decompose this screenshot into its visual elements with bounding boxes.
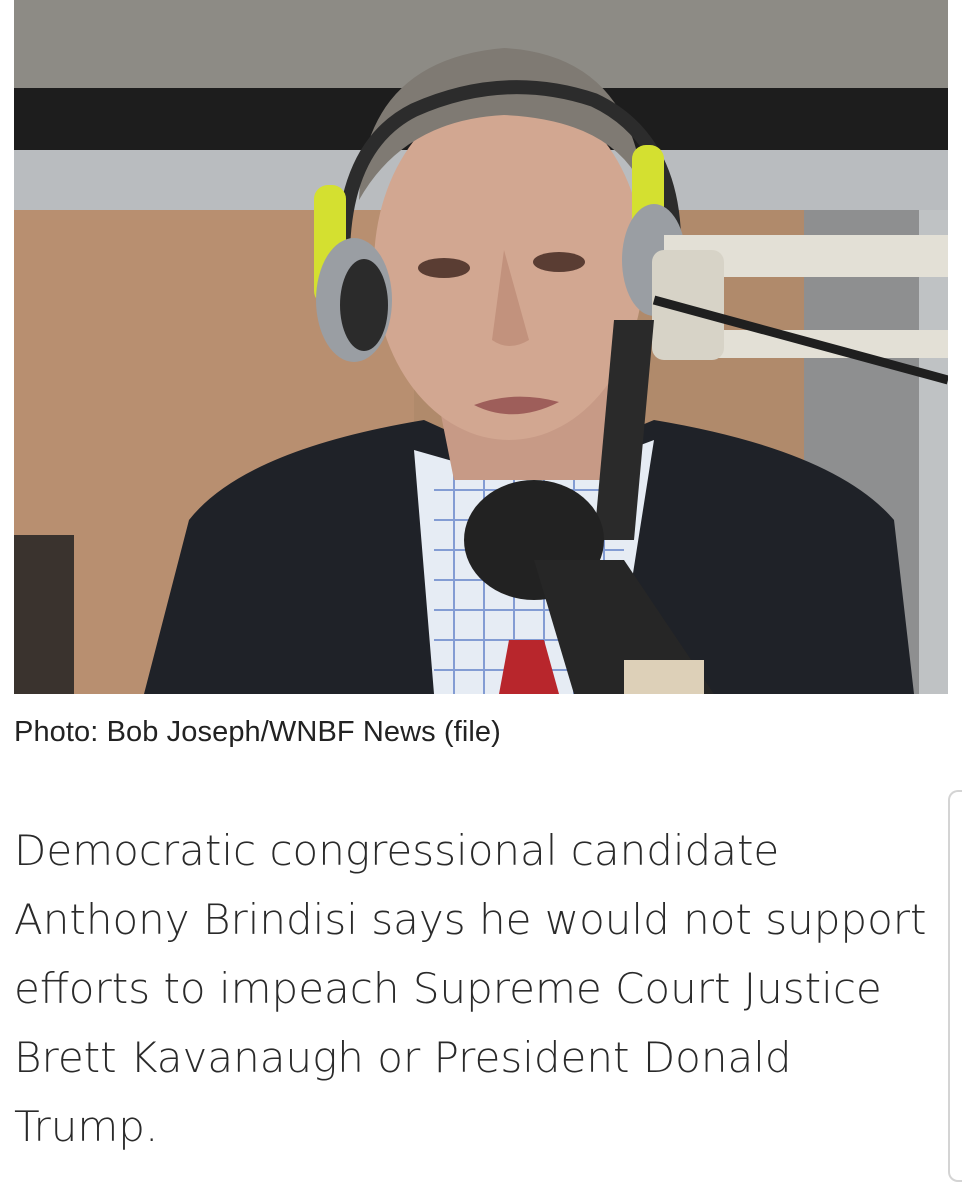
scrollbar[interactable] [948, 790, 962, 1182]
photo-caption: Photo: Bob Joseph/WNBF News (file) [14, 716, 501, 748]
article-paragraph: Democratic congressional candidate Antho… [14, 826, 927, 1151]
article-photo [14, 0, 948, 694]
